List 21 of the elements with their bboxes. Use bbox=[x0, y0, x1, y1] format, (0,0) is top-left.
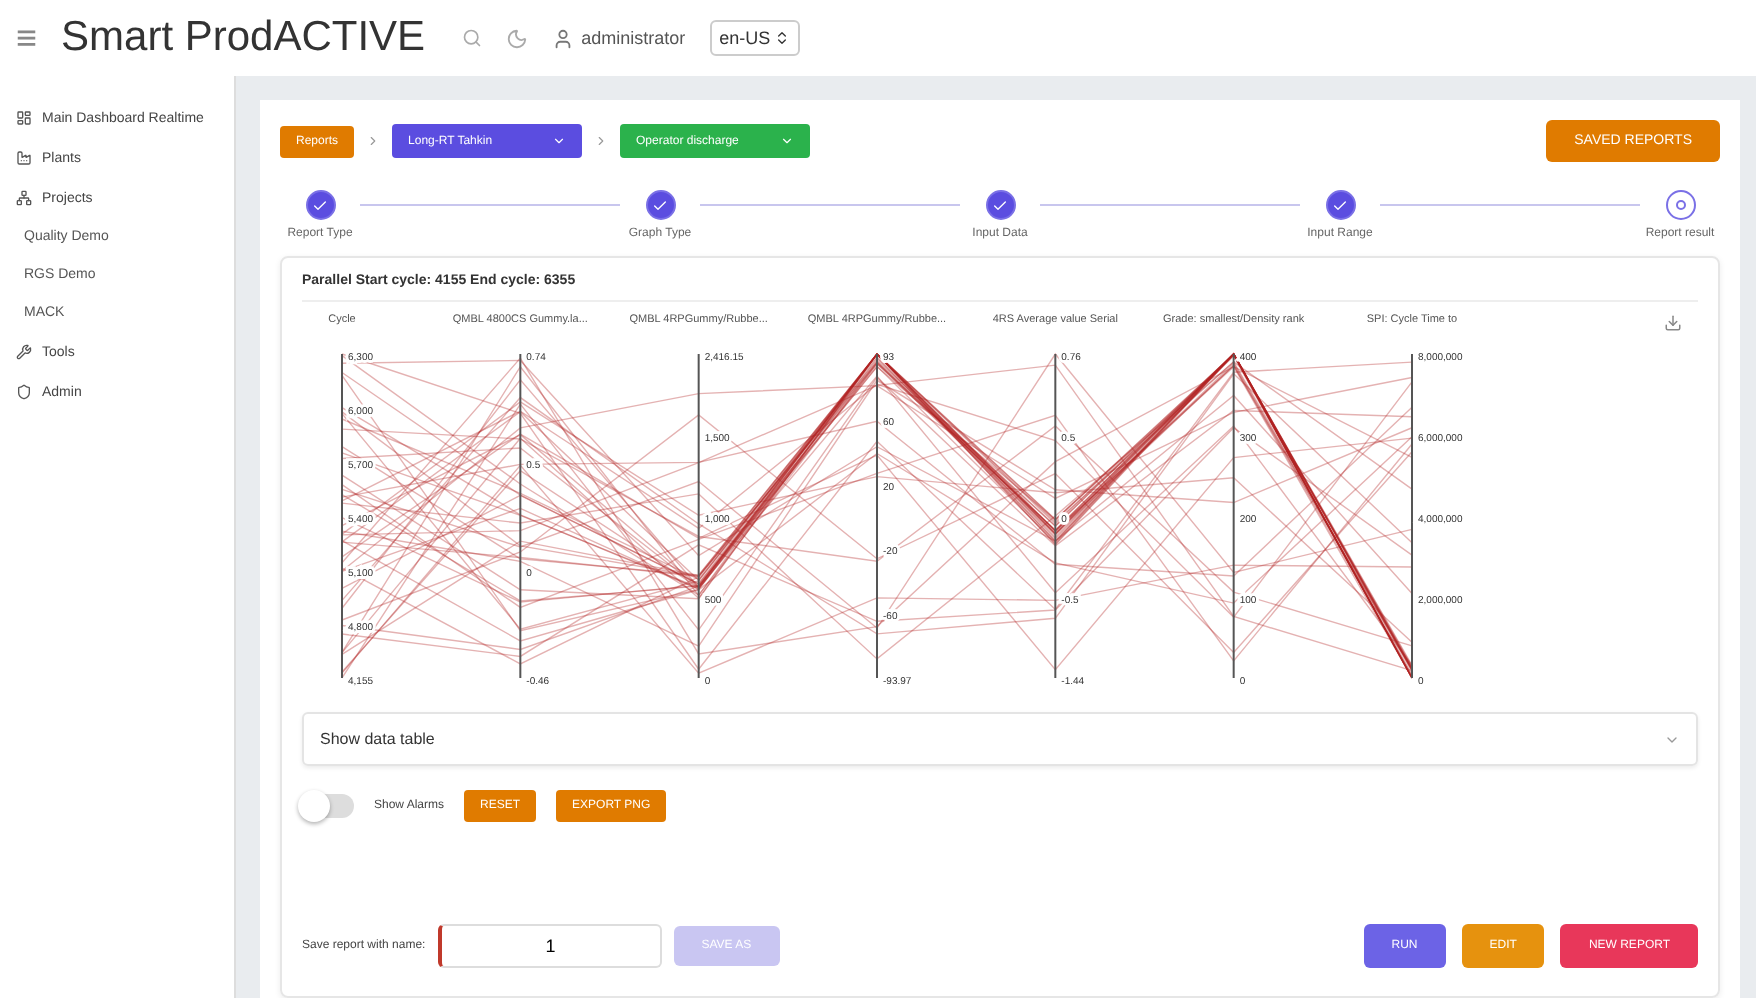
updown-icon bbox=[774, 30, 791, 46]
app-title: Smart ProdACTIVE bbox=[61, 14, 426, 62]
toggle-switch[interactable] bbox=[302, 794, 354, 818]
download-icon[interactable] bbox=[1664, 314, 1682, 332]
menu-icon[interactable]: ≡ bbox=[16, 17, 38, 59]
caret-icon bbox=[552, 134, 567, 148]
chevron-icon bbox=[366, 134, 381, 148]
user-icon bbox=[551, 27, 574, 49]
report-name-field[interactable]: 1 bbox=[437, 924, 662, 968]
data-table-accordion[interactable]: Show data table bbox=[302, 712, 1698, 766]
wrench-icon bbox=[16, 344, 32, 360]
moon-icon[interactable] bbox=[505, 27, 528, 49]
network-icon bbox=[16, 190, 32, 206]
search-icon[interactable] bbox=[461, 28, 482, 48]
factory-icon bbox=[16, 150, 32, 166]
language-select[interactable]: en-US bbox=[709, 20, 801, 56]
user-name: administrator bbox=[581, 28, 686, 48]
dashboard-icon bbox=[16, 110, 32, 126]
shield-icon bbox=[16, 384, 32, 400]
chevron-icon bbox=[594, 134, 609, 148]
caret-icon bbox=[780, 134, 795, 148]
